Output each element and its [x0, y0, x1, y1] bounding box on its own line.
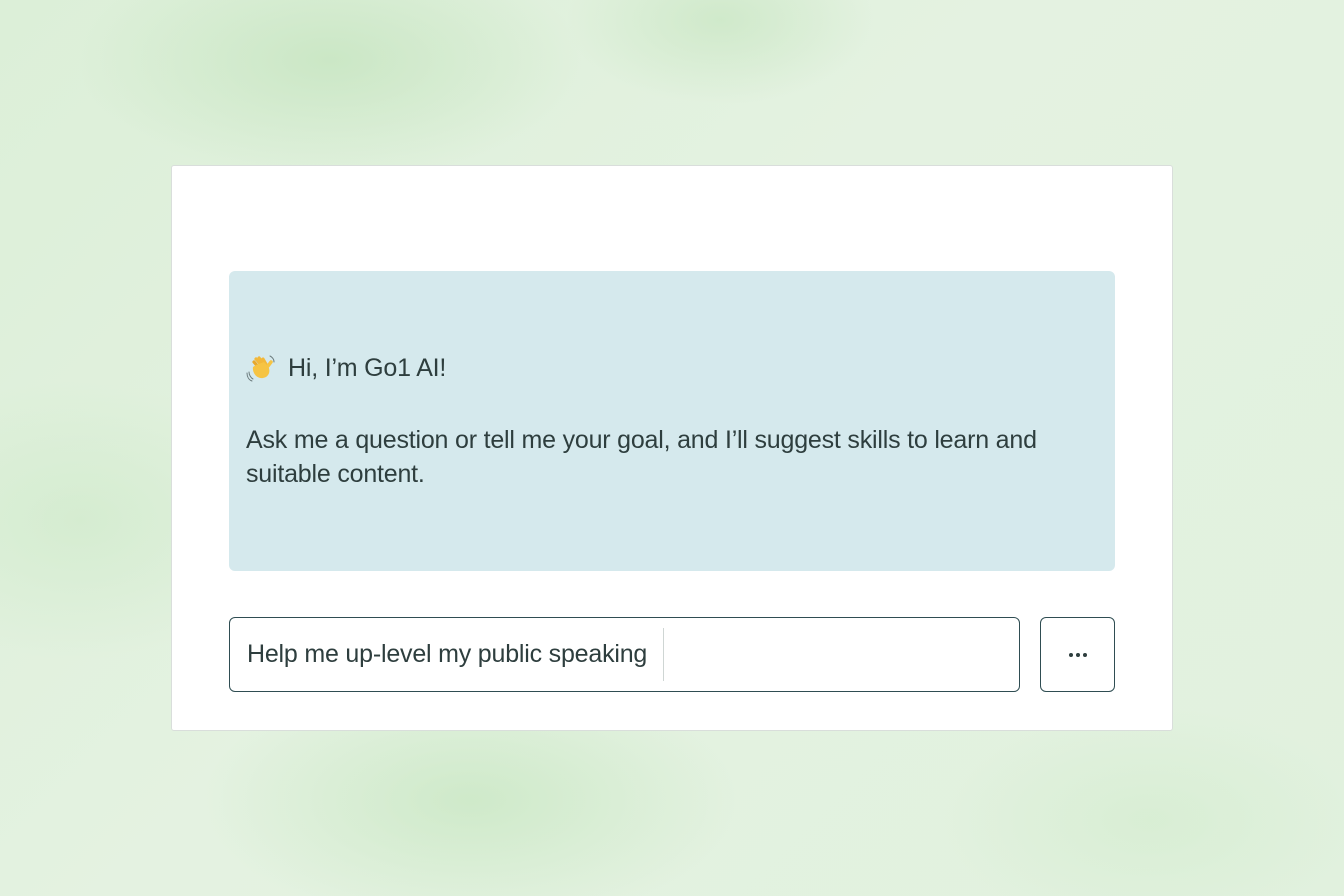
- assistant-message-bubble: Hi, I’m Go1 AI! Ask me a question or tel…: [229, 271, 1115, 571]
- waving-hand-icon: [246, 353, 276, 383]
- greeting-text: Hi, I’m Go1 AI!: [288, 353, 447, 382]
- chat-input[interactable]: Help me up-level my public speaking: [229, 617, 1020, 692]
- more-horizontal-icon: [1068, 652, 1087, 657]
- more-options-button[interactable]: [1040, 617, 1115, 692]
- chat-panel: Hi, I’m Go1 AI! Ask me a question or tel…: [171, 165, 1173, 731]
- greeting-line: Hi, I’m Go1 AI!: [246, 353, 446, 383]
- chat-input-value[interactable]: Help me up-level my public speaking: [247, 640, 647, 669]
- text-cursor: [663, 628, 665, 681]
- intro-text: Ask me a question or tell me your goal, …: [246, 426, 1037, 488]
